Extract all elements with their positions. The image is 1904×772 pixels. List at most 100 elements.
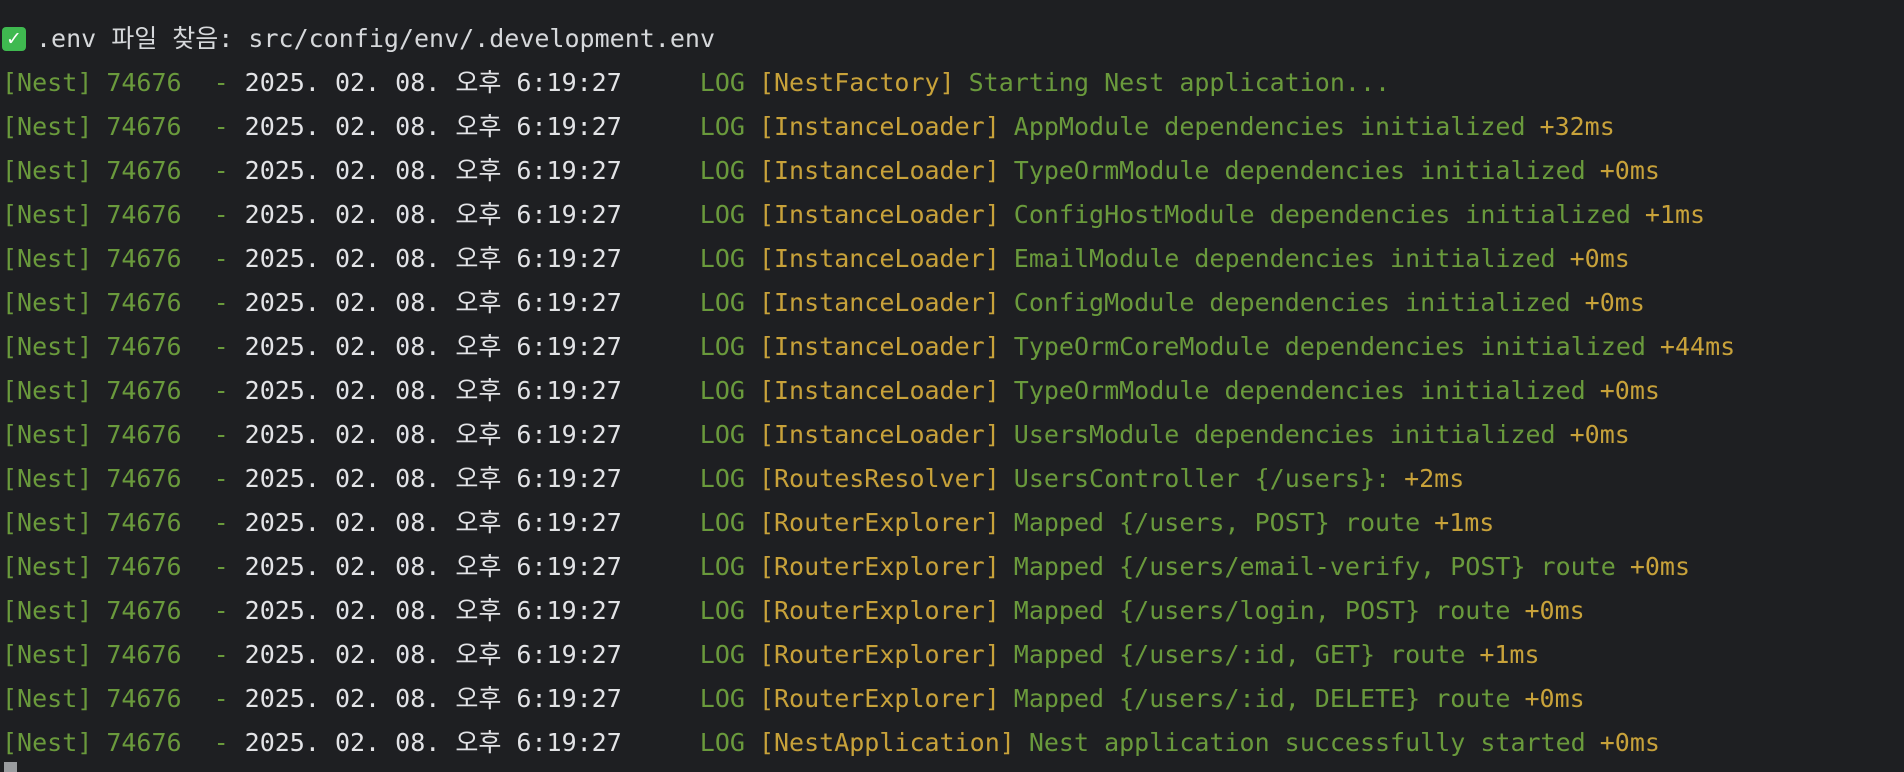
log-pid: 74676 <box>106 728 182 757</box>
log-timestamp: 2025. 02. 08. 오후 6:19:27 <box>244 508 622 537</box>
log-message: ConfigModule dependencies initialized <box>1013 288 1571 317</box>
log-separator: - <box>213 156 229 185</box>
log-line: [Nest] 74676 -2025. 02. 08. 오후 6:19:27 LOG [… <box>0 149 1904 193</box>
log-line: [Nest] 74676 -2025. 02. 08. 오후 6:19:27 LOG [… <box>0 545 1904 589</box>
log-tag: [Nest] <box>2 464 93 493</box>
log-timestamp: 2025. 02. 08. 오후 6:19:27 <box>244 200 622 229</box>
log-separator: - <box>213 728 229 757</box>
log-delta: +0ms <box>1599 728 1660 757</box>
log-tag: [Nest] <box>2 288 93 317</box>
log-separator: - <box>213 464 229 493</box>
log-timestamp: 2025. 02. 08. 오후 6:19:27 <box>244 552 622 581</box>
log-tag: [Nest] <box>2 200 93 229</box>
log-message: Mapped {/users/email-verify, POST} route <box>1013 552 1616 581</box>
log-lines: [Nest] 74676-2025. 02. 08. 오후 6:19:27 LOG[… <box>0 61 1904 765</box>
log-timestamp: 2025. 02. 08. 오후 6:19:27 <box>244 68 622 97</box>
log-delta: +1ms <box>1644 200 1706 229</box>
log-separator: - <box>213 552 229 581</box>
log-separator: - <box>213 640 229 669</box>
log-pid: 74676 <box>106 552 182 581</box>
log-timestamp: 2025. 02. 08. 오후 6:19:27 <box>244 640 622 669</box>
log-level: LOG <box>699 68 745 97</box>
log-timestamp: 2025. 02. 08. 오후 6:19:27 <box>244 684 622 713</box>
log-separator: - <box>213 200 229 229</box>
log-delta: +1ms <box>1434 508 1495 537</box>
log-delta: +0ms <box>1599 156 1660 185</box>
env-found-line: ✓ .env 파일 찾음: src/config/env/.developmen… <box>0 17 1904 61</box>
log-message: TypeOrmModule dependencies initialized <box>1013 376 1586 405</box>
log-line: [Nest] 74676 -2025. 02. 08. 오후 6:19:27 LOG [… <box>0 325 1904 369</box>
log-line: [Nest] 74676 -2025. 02. 08. 오후 6:19:27 LOG [… <box>0 457 1904 501</box>
log-context: [NestApplication] <box>758 728 1015 757</box>
log-context: [RouterExplorer] <box>758 552 1000 581</box>
check-mark-icon: ✓ <box>2 27 26 51</box>
log-delta: +1ms <box>1479 640 1540 669</box>
log-line: [Nest] 74676 -2025. 02. 08. 오후 6:19:27 LOG [… <box>0 105 1904 149</box>
log-context: [InstanceLoader] <box>758 200 1000 229</box>
log-message: TypeOrmCoreModule dependencies initializ… <box>1013 332 1646 361</box>
log-tag: [Nest] <box>2 640 93 669</box>
log-message: Mapped {/users/:id, GET} route <box>1013 640 1466 669</box>
log-line: [Nest] 74676 -2025. 02. 08. 오후 6:19:27 LOG [… <box>0 61 1904 105</box>
log-message: Mapped {/users/login, POST} route <box>1013 596 1511 625</box>
log-delta: +44ms <box>1659 332 1736 361</box>
log-level: LOG <box>699 508 745 537</box>
log-line: [Nest] 74676 -2025. 02. 08. 오후 6:19:27 LOG [… <box>0 677 1904 721</box>
log-level: LOG <box>699 596 745 625</box>
log-context: [InstanceLoader] <box>758 244 1000 273</box>
log-message: Mapped {/users/:id, DELETE} route <box>1013 684 1511 713</box>
log-timestamp: 2025. 02. 08. 오후 6:19:27 <box>244 332 622 361</box>
log-tag: [Nest] <box>2 68 93 97</box>
log-level: LOG <box>699 156 745 185</box>
log-pid: 74676 <box>106 288 182 317</box>
log-separator: - <box>213 508 229 537</box>
log-tag: [Nest] <box>2 332 93 361</box>
log-tag: [Nest] <box>2 156 93 185</box>
log-timestamp: 2025. 02. 08. 오후 6:19:27 <box>244 420 622 449</box>
log-level: LOG <box>699 112 745 141</box>
log-context: [InstanceLoader] <box>758 112 1000 141</box>
terminal-output[interactable]: ✓ .env 파일 찾음: src/config/env/.developmen… <box>0 0 1904 772</box>
log-context: [RouterExplorer] <box>758 508 1000 537</box>
log-line: [Nest] 74676 -2025. 02. 08. 오후 6:19:27 LOG [… <box>0 721 1904 765</box>
log-context: [InstanceLoader] <box>758 288 1000 317</box>
log-pid: 74676 <box>106 112 182 141</box>
log-timestamp: 2025. 02. 08. 오후 6:19:27 <box>244 728 622 757</box>
log-context: [RouterExplorer] <box>758 596 1000 625</box>
log-message: UsersController {/users}: <box>1013 464 1391 493</box>
log-delta: +0ms <box>1569 244 1630 273</box>
log-context: [InstanceLoader] <box>758 420 1000 449</box>
log-tag: [Nest] <box>2 684 93 713</box>
log-context: [InstanceLoader] <box>758 332 1000 361</box>
log-level: LOG <box>699 684 745 713</box>
log-context: [RouterExplorer] <box>758 684 1000 713</box>
log-tag: [Nest] <box>2 508 93 537</box>
log-tag: [Nest] <box>2 376 93 405</box>
log-timestamp: 2025. 02. 08. 오후 6:19:27 <box>244 112 622 141</box>
log-tag: [Nest] <box>2 552 93 581</box>
log-delta: +0ms <box>1584 288 1645 317</box>
log-context: [RoutesResolver] <box>758 464 1000 493</box>
log-delta: +0ms <box>1524 596 1585 625</box>
log-context: [InstanceLoader] <box>758 376 1000 405</box>
log-separator: - <box>213 288 229 317</box>
log-timestamp: 2025. 02. 08. 오후 6:19:27 <box>244 464 622 493</box>
log-separator: - <box>213 376 229 405</box>
log-level: LOG <box>699 288 745 317</box>
log-separator: - <box>213 596 229 625</box>
log-level: LOG <box>699 728 745 757</box>
log-line: [Nest] 74676 -2025. 02. 08. 오후 6:19:27 LOG [… <box>0 193 1904 237</box>
log-line: [Nest] 74676 -2025. 02. 08. 오후 6:19:27 LOG [… <box>0 501 1904 545</box>
log-line: [Nest] 74676 -2025. 02. 08. 오후 6:19:27 LOG [… <box>0 281 1904 325</box>
log-pid: 74676 <box>106 596 182 625</box>
log-level: LOG <box>699 244 745 273</box>
log-message: TypeOrmModule dependencies initialized <box>1013 156 1586 185</box>
log-timestamp: 2025. 02. 08. 오후 6:19:27 <box>244 288 622 317</box>
log-message: Nest application successfully started <box>1028 728 1586 757</box>
log-delta: +0ms <box>1629 552 1691 581</box>
log-pid: 74676 <box>106 200 182 229</box>
log-pid: 74676 <box>106 684 182 713</box>
log-tag: [Nest] <box>2 112 93 141</box>
log-pid: 74676 <box>106 332 182 361</box>
log-timestamp: 2025. 02. 08. 오후 6:19:27 <box>244 156 622 185</box>
